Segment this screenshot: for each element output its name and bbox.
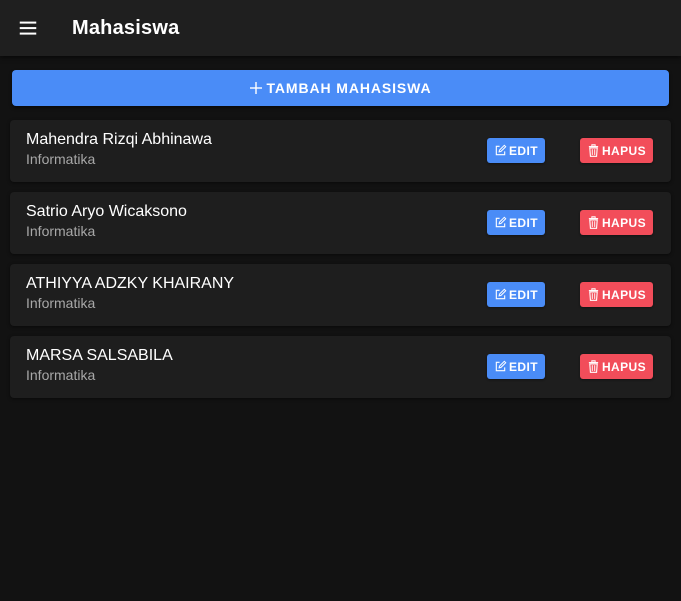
delete-label: HAPUS [601,215,646,230]
edit-button[interactable]: EDIT [487,354,545,379]
edit-icon [495,360,507,372]
student-major: Informatika [26,367,96,383]
trash-icon [588,144,599,157]
delete-button[interactable]: HAPUS [580,138,653,163]
edit-label: EDIT [509,359,538,374]
edit-icon [495,216,507,228]
edit-button[interactable]: EDIT [487,282,545,307]
student-name: Satrio Aryo Wicaksono [26,203,187,220]
delete-label: HAPUS [601,287,646,302]
menu-button[interactable] [0,0,56,56]
student-major: Informatika [26,295,96,311]
edit-icon [495,288,507,300]
add-student-button[interactable]: TAMBAH MAHASISWA [12,70,669,106]
delete-label: HAPUS [601,143,646,158]
trash-icon [588,360,599,373]
delete-button[interactable]: HAPUS [580,282,653,307]
student-card: MARSA SALSABILA Informatika EDIT HAPUS [10,336,671,398]
page-title: Mahasiswa [72,16,180,39]
add-student-label: TAMBAH MAHASISWA [266,80,432,96]
student-name: Mahendra Rizqi Abhinawa [26,131,212,148]
trash-icon [588,216,599,229]
edit-label: EDIT [509,287,538,302]
edit-label: EDIT [509,143,538,158]
student-card: Mahendra Rizqi Abhinawa Informatika EDIT… [10,120,671,182]
student-major: Informatika [26,223,96,239]
edit-button[interactable]: EDIT [487,138,545,163]
delete-label: HAPUS [601,359,646,374]
edit-label: EDIT [509,215,538,230]
student-card: ATHIYYA ADZKY KHAIRANY Informatika EDIT … [10,264,671,326]
edit-button[interactable]: EDIT [487,210,545,235]
student-major: Informatika [26,151,96,167]
menu-icon [19,21,37,35]
delete-button[interactable]: HAPUS [580,354,653,379]
app-toolbar: Mahasiswa [0,0,681,56]
student-name: ATHIYYA ADZKY KHAIRANY [26,275,235,292]
student-card: Satrio Aryo Wicaksono Informatika EDIT H… [10,192,671,254]
plus-icon [250,82,263,94]
student-name: MARSA SALSABILA [26,347,173,364]
student-list: Mahendra Rizqi Abhinawa Informatika EDIT… [10,120,671,408]
edit-icon [495,144,507,156]
trash-icon [588,288,599,301]
delete-button[interactable]: HAPUS [580,210,653,235]
